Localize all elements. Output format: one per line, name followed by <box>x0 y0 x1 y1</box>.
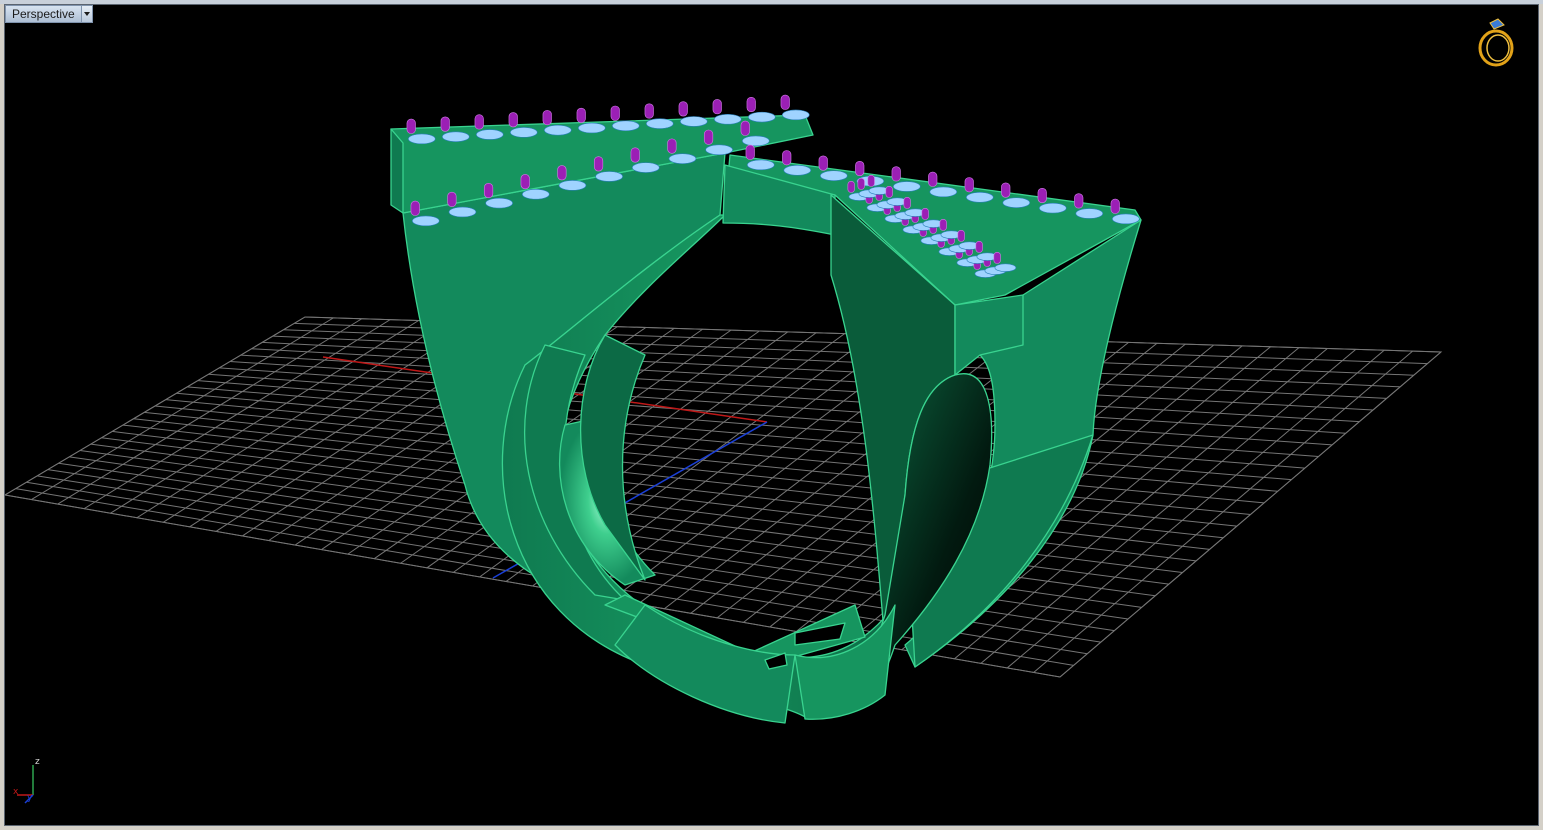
gem-seat <box>521 188 550 200</box>
gem-prong <box>939 219 947 231</box>
gem-seat <box>741 135 770 147</box>
gem-seat <box>407 133 436 145</box>
gem-prong <box>957 230 965 242</box>
gem-prong <box>891 166 901 182</box>
axis-x-label: x <box>13 787 19 797</box>
gem-seat <box>543 124 572 136</box>
axis-z-label: z <box>35 757 40 767</box>
gem-seat <box>595 171 623 182</box>
gem-prong <box>542 110 552 126</box>
ring-icon[interactable] <box>1476 15 1520 69</box>
gem-prong <box>1037 188 1047 204</box>
gem-prong <box>903 197 911 209</box>
gem-prong <box>745 144 755 160</box>
gem-prong <box>993 252 1001 264</box>
gem-seat <box>509 127 538 138</box>
gem-prong <box>1001 182 1011 198</box>
gem-prong <box>964 177 974 193</box>
gem-prong <box>885 186 893 198</box>
construction-grid <box>5 316 1443 678</box>
gem-seat <box>611 120 640 132</box>
gem-prong <box>447 191 457 207</box>
gem-prong <box>1074 193 1084 209</box>
gem-prong <box>928 171 938 187</box>
gem-seat <box>679 116 708 127</box>
gem-seat <box>475 129 504 140</box>
axis-y-label: y <box>27 793 33 803</box>
gem-seat <box>713 114 742 125</box>
gem-seat <box>631 162 660 173</box>
gem-prong <box>630 147 640 163</box>
gem-seat <box>1112 213 1140 225</box>
gem-seat <box>965 192 994 203</box>
gem-prong <box>610 105 620 121</box>
gem-prong <box>593 156 604 172</box>
gem-prong <box>557 165 567 181</box>
chevron-down-icon[interactable] <box>81 5 93 23</box>
gem-prong <box>410 200 420 216</box>
gem-seat <box>645 118 674 129</box>
gem-seat <box>1075 208 1104 219</box>
gem-seat <box>485 197 513 209</box>
gem-prong <box>1110 198 1120 214</box>
gem-seat <box>746 159 775 171</box>
gem-prong <box>474 114 484 130</box>
3d-scene[interactable] <box>5 5 1539 826</box>
gem-seat <box>747 111 776 123</box>
gem-seat <box>781 109 810 121</box>
gem-prong <box>576 107 586 123</box>
world-axes-icon: z x y <box>13 757 53 807</box>
gem-prong <box>406 118 416 134</box>
gem-seat <box>994 263 1017 272</box>
gem-seat <box>1002 197 1031 208</box>
gem-prong <box>847 181 855 193</box>
gem-seat <box>448 206 477 218</box>
gem-prong <box>483 183 494 199</box>
gem-prong <box>746 96 756 112</box>
gem-prong <box>857 178 865 190</box>
gem-seat <box>668 153 697 164</box>
gem-seat <box>929 186 958 198</box>
gem-seat <box>558 180 587 191</box>
gem-prong <box>520 174 530 190</box>
gem-seat <box>577 122 606 134</box>
gem-seat <box>819 170 848 181</box>
gem-prong <box>921 208 929 220</box>
perspective-viewport[interactable]: Perspective z x y <box>4 4 1539 826</box>
viewport-title-tab[interactable]: Perspective <box>5 5 93 23</box>
viewport-title[interactable]: Perspective <box>5 5 82 23</box>
gem-prong <box>712 99 722 115</box>
gem-prong <box>644 103 654 119</box>
gem-prong <box>782 150 792 166</box>
gem-prong <box>703 129 714 145</box>
gem-seat <box>441 131 470 142</box>
gem-seat <box>411 215 440 227</box>
ring-top-left-side <box>390 128 404 214</box>
gem-prong <box>740 120 750 136</box>
gem-prong <box>508 112 518 128</box>
gem-seat <box>783 165 812 176</box>
gem-seat <box>892 181 921 192</box>
gem-prong <box>667 138 677 154</box>
gem-prong <box>855 161 865 177</box>
gem-seat <box>705 144 733 156</box>
gem-seat <box>1039 202 1067 214</box>
gem-prong <box>818 155 828 171</box>
gem-prong <box>678 101 688 117</box>
gem-prong <box>440 116 450 132</box>
gem-prong <box>975 241 983 253</box>
gem-prong <box>780 94 790 110</box>
gem-prong <box>867 175 875 187</box>
